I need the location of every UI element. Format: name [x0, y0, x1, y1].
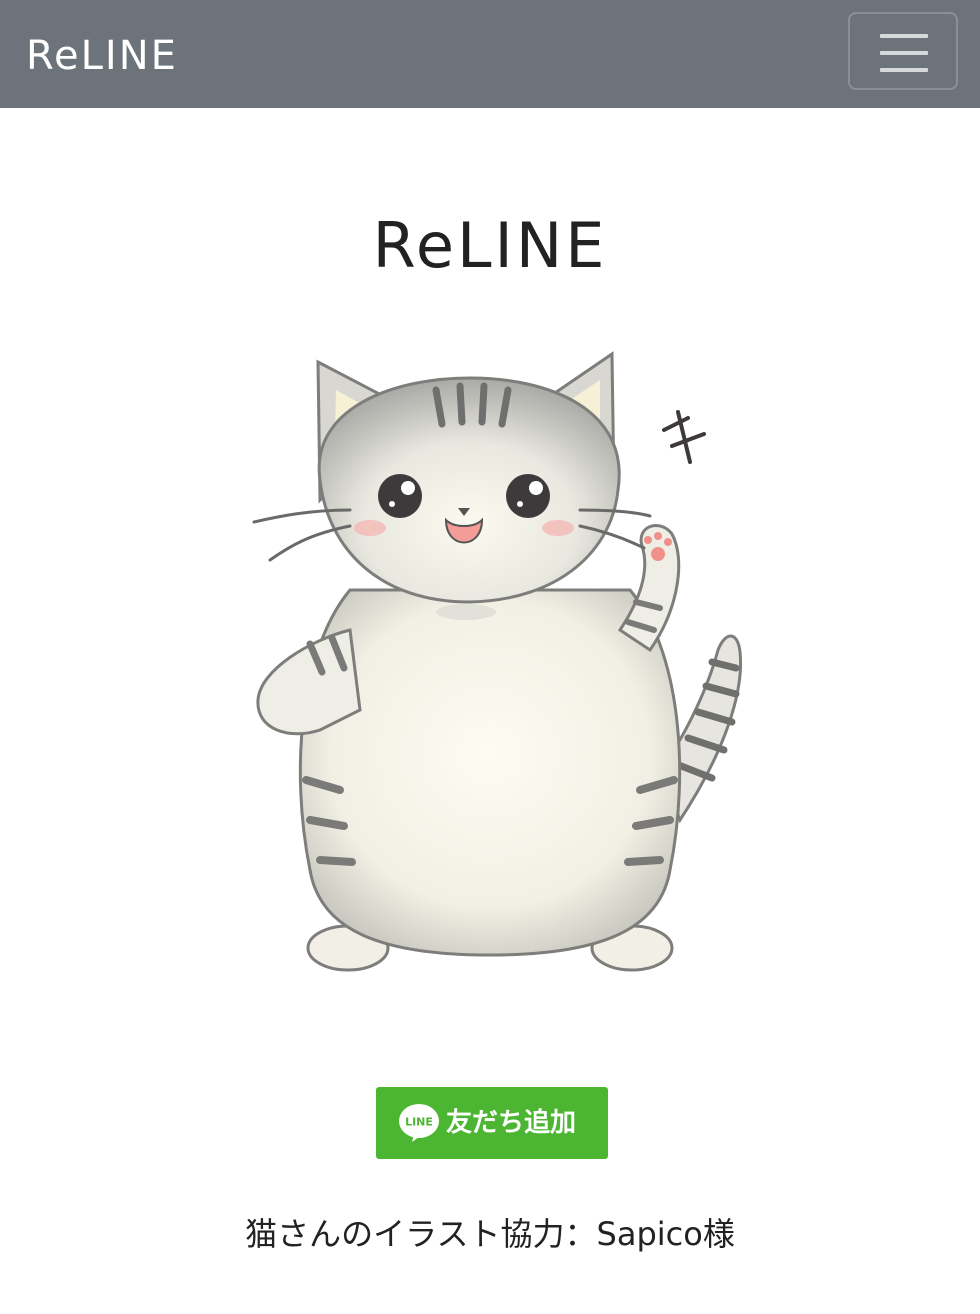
add-friend-button[interactable]: LINE 友だち追加: [376, 1087, 608, 1159]
navbar: ReLINE: [0, 0, 980, 108]
add-friend-label: 友だち追加: [446, 1108, 577, 1138]
main-content: ReLINE LINE 友だち追加 猫さんのイラスト協力：Sapico様: [0, 108, 980, 1314]
cat-illustration: [252, 351, 743, 972]
line-logo-text: LINE: [405, 1116, 433, 1129]
brand-link[interactable]: ReLINE: [26, 30, 178, 82]
hamburger-icon: [880, 34, 928, 38]
illustration-credit: 猫さんのイラスト協力：Sapico様: [245, 1215, 735, 1253]
menu-toggle-button[interactable]: [848, 12, 958, 90]
page-title: ReLINE: [372, 209, 608, 282]
hamburger-icon: [880, 68, 928, 72]
hamburger-icon: [880, 51, 928, 55]
line-logo-icon: LINE: [399, 1104, 439, 1142]
